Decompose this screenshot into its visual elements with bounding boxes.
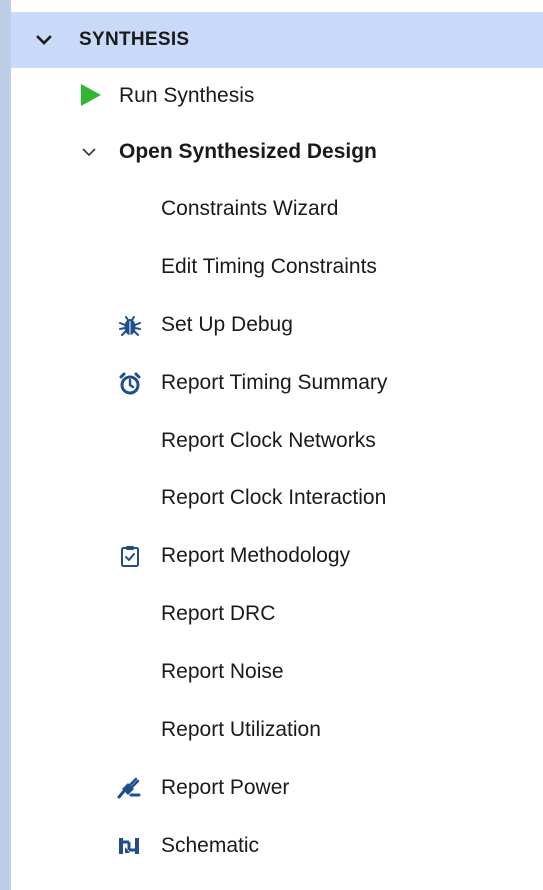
bug-icon	[119, 316, 141, 336]
play-icon	[81, 84, 101, 106]
chevron-down-icon[interactable]	[80, 143, 98, 161]
report-drc-item[interactable]: Report DRC	[11, 586, 543, 642]
left-accent-strip	[0, 0, 11, 890]
run-synthesis-label: Run Synthesis	[119, 84, 255, 107]
constraints-wizard-item[interactable]: Constraints Wizard	[11, 181, 543, 237]
edit-timing-constraints-item[interactable]: Edit Timing Constraints	[11, 239, 543, 295]
clipboard-check-icon	[121, 546, 139, 567]
report-utilization-label: Report Utilization	[161, 718, 321, 741]
report-clock-networks-label: Report Clock Networks	[161, 429, 376, 452]
schematic-icon	[119, 838, 139, 854]
section-header-synthesis[interactable]: SYNTHESIS	[11, 12, 543, 68]
open-synthesized-design-item[interactable]: Open Synthesized Design	[11, 124, 543, 180]
chevron-down-icon	[36, 35, 52, 45]
report-methodology-label: Report Methodology	[161, 544, 351, 567]
report-clock-interaction-item[interactable]: Report Clock Interaction	[11, 470, 543, 526]
run-synthesis-item[interactable]: Run Synthesis	[11, 68, 543, 124]
open-synthesized-design-label: Open Synthesized Design	[119, 140, 377, 163]
stopwatch-icon	[119, 372, 141, 395]
schematic-item[interactable]: Schematic	[11, 818, 543, 874]
report-timing-summary-label: Report Timing Summary	[161, 371, 388, 394]
report-power-label: Report Power	[161, 776, 290, 799]
report-clock-networks-item[interactable]: Report Clock Networks	[11, 413, 543, 469]
report-drc-label: Report DRC	[161, 602, 276, 625]
report-clock-interaction-label: Report Clock Interaction	[161, 486, 387, 509]
section-title: SYNTHESIS	[79, 29, 190, 50]
set-up-debug-label: Set Up Debug	[161, 313, 293, 336]
set-up-debug-item[interactable]: Set Up Debug	[11, 297, 543, 353]
power-plug-icon	[117, 777, 141, 799]
schematic-label: Schematic	[161, 834, 260, 857]
constraints-wizard-label: Constraints Wizard	[161, 197, 339, 220]
flow-navigator-panel: SYNTHESIS Run Synthesis Open Synthesized…	[11, 0, 543, 890]
report-utilization-item[interactable]: Report Utilization	[11, 702, 543, 758]
report-power-item[interactable]: Report Power	[11, 760, 543, 816]
edit-timing-constraints-label: Edit Timing Constraints	[161, 255, 377, 278]
report-timing-summary-item[interactable]: Report Timing Summary	[11, 355, 543, 411]
report-methodology-item[interactable]: Report Methodology	[11, 528, 543, 584]
report-noise-label: Report Noise	[161, 660, 284, 683]
report-noise-item[interactable]: Report Noise	[11, 644, 543, 700]
